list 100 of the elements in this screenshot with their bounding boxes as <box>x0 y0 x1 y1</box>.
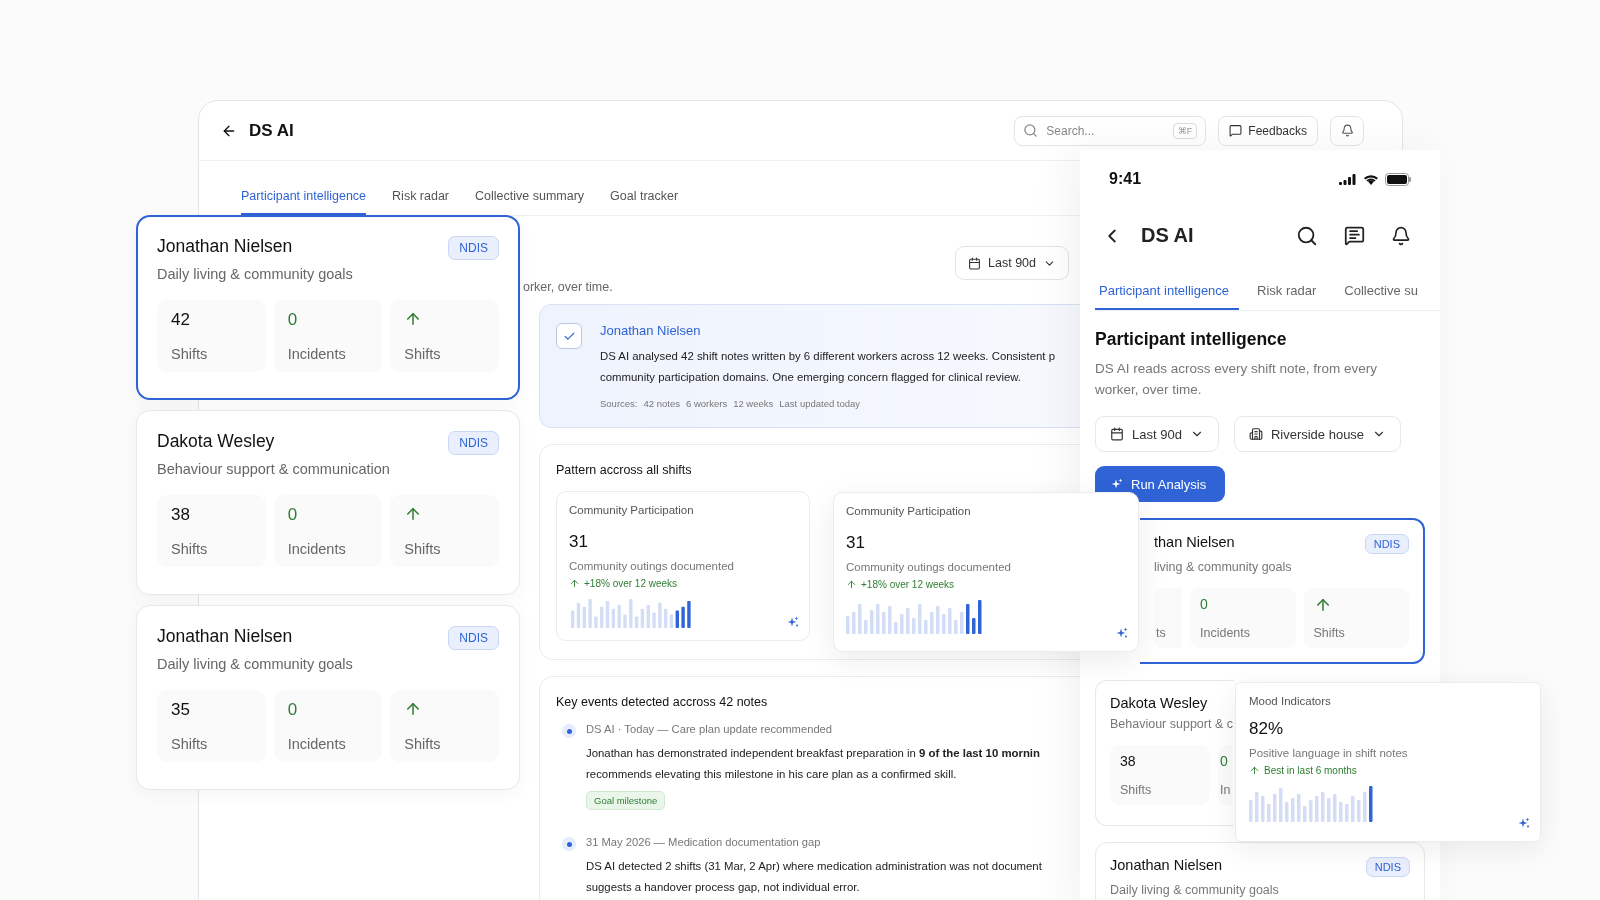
metric-title: Community Participation <box>846 505 972 517</box>
stat-label: Shifts <box>171 346 209 362</box>
stat-value: 35 <box>171 700 191 720</box>
participant-name: Jonathan Nielsen <box>157 236 293 257</box>
event-text: Jonathan has demonstrated independent breakfast preparation in 9 of the last 10 mornin <box>586 746 1040 761</box>
bell-icon[interactable] <box>1391 225 1411 246</box>
sparkle-icon <box>787 616 799 628</box>
stat-value: 38 <box>1120 753 1137 769</box>
tab[interactable]: Collective su <box>1334 283 1429 310</box>
participant-goal: Behaviour support & communication <box>157 461 391 477</box>
search-field[interactable]: Search... ⌘F <box>1014 115 1207 146</box>
bell-icon <box>1340 124 1354 137</box>
stat-label: Shifts <box>404 541 442 557</box>
participant-name: Jonathan Nielsen <box>157 626 293 647</box>
section-heading: Participant intelligence <box>1095 329 1288 350</box>
signal-icon <box>1339 173 1357 185</box>
participant-link[interactable]: Jonathan Nielsen <box>600 323 1055 338</box>
stat-label: Incidents <box>287 346 347 362</box>
participant-goal: living & community goals <box>1154 560 1293 574</box>
calendar-icon <box>1110 427 1124 441</box>
participant-card[interactable]: Jonathan Nielsen NDIS Daily living & community goals <box>1095 842 1425 900</box>
stat-label: Incidents <box>287 736 347 752</box>
participant-name: Jonathan Nielsen <box>1110 857 1223 873</box>
checkbox[interactable] <box>556 323 582 349</box>
section-description: DS AI reads across every shift note, from every worker, over time. <box>1095 360 1379 399</box>
ndis-badge: NDIS <box>1365 857 1410 877</box>
stat-label: Shifts <box>1120 783 1153 797</box>
tab[interactable]: Risk radar <box>392 189 450 215</box>
stat-value: 0 <box>1220 753 1229 769</box>
participant-card[interactable]: Jonathan Nielsen NDIS Daily living & community goals 35 Shifts 0 Incidents Shifts <box>136 605 520 790</box>
metric-value: 82% <box>1249 719 1285 739</box>
calendar-icon <box>968 256 982 270</box>
participant-goal: Behaviour support & c <box>1110 717 1234 731</box>
stat-label: Shifts <box>171 541 209 557</box>
participant-name: Dakota Wesley <box>1110 695 1208 711</box>
stat-label: ts <box>1156 626 1167 640</box>
run-analysis-button[interactable]: Run Analysis <box>1095 466 1225 502</box>
stat-label: Incidents <box>287 541 347 557</box>
feedbacks-button[interactable]: Feedbacks <box>1218 115 1318 146</box>
participant-card[interactable]: Dakota Wesley NDIS Behaviour support & communication 38 Shifts 0 Incidents Shifts <box>136 410 520 595</box>
participant-goal: Daily living & community goals <box>157 266 354 282</box>
stat-label: In <box>1220 783 1232 797</box>
trend-text: +18% over 12 weeks <box>861 579 955 590</box>
trend-text: +18% over 12 weeks <box>584 578 678 589</box>
stat-label: Shifts <box>171 736 209 752</box>
search-icon[interactable] <box>1296 224 1318 247</box>
metric-title: Mood Indicators <box>1249 695 1332 707</box>
ndis-badge: NDIS <box>1364 534 1409 554</box>
tab[interactable]: Goal tracker <box>610 189 679 215</box>
source-text: Last updated today <box>779 398 861 409</box>
source-text: 42 notes <box>643 398 680 409</box>
stat-value: 42 <box>171 310 191 330</box>
stat-value: 0 <box>287 310 299 330</box>
participant-card[interactable]: than Nielsen NDIS living & community goals ts 0 Incidents Shifts <box>1140 518 1425 664</box>
stat-value: 0 <box>287 505 299 525</box>
tab[interactable]: Risk radar <box>1247 283 1327 310</box>
summary-text: DS AI analysed 42 shift notes written by 6 different workers across 12 weeks. Consistent p <box>600 349 1055 364</box>
source-text: 6 workers <box>685 398 728 409</box>
timeline-dot <box>562 724 576 738</box>
sparkle-icon <box>1111 478 1123 490</box>
filter-dropdown[interactable]: Last 90d <box>1095 416 1219 452</box>
event-meta: DS AI · Today — Care plan update recommended <box>586 723 834 735</box>
stat-label: Shifts <box>404 346 442 362</box>
screen-title: DS AI <box>1141 224 1194 247</box>
stat-label: Incidents <box>1200 626 1252 640</box>
participant-goal: Daily living & community goals <box>157 656 354 672</box>
shortcut-key: ⌘F <box>1172 122 1198 139</box>
ndis-badge: NDIS <box>448 236 499 260</box>
stat-label: Shifts <box>1313 626 1346 640</box>
arrow-up-icon <box>846 579 857 590</box>
notification-button[interactable] <box>1330 115 1364 146</box>
metric-caption: Community outings documented <box>846 561 1012 573</box>
participant-card[interactable]: Jonathan Nielsen NDIS Daily living & community goals 42 Shifts 0 Incidents Shifts <box>136 215 520 400</box>
arrow-up-icon <box>1249 765 1260 776</box>
ndis-badge: NDIS <box>448 626 499 650</box>
participant-name: than Nielsen <box>1154 534 1235 550</box>
window-title: DS AI <box>249 120 294 141</box>
wifi-icon <box>1363 173 1379 185</box>
arrow-up-icon <box>569 578 580 589</box>
event-text: DS AI detected 2 shifts (31 Mar, 2 Apr) where medication administration was not document <box>586 859 1042 874</box>
description-text: orker, over time. <box>523 280 613 294</box>
participant-goal: Daily living & community goals <box>1110 883 1280 897</box>
stat-value: 0 <box>1200 596 1209 612</box>
battery-icon <box>1385 172 1411 186</box>
filter-dropdown[interactable]: Riverside house <box>1233 416 1402 452</box>
chat-icon <box>1229 124 1243 137</box>
period-dropdown[interactable]: Last 90d <box>955 246 1069 280</box>
sparkle-icon <box>1518 817 1530 829</box>
event-text: suggests a handover process gap, not individual error. <box>586 880 861 895</box>
participant-card[interactable]: Dakota Wesley Behaviour support & c 38 Shifts 0 In <box>1095 680 1234 826</box>
event-tag: Goal milestone <box>586 791 666 810</box>
metric-title: Community Participation <box>569 504 695 516</box>
stat-value: 38 <box>171 505 191 525</box>
tab[interactable]: Collective summary <box>475 189 585 215</box>
sparkle-icon <box>1116 627 1128 639</box>
chat-icon[interactable] <box>1344 225 1365 246</box>
tab[interactable]: Participant intelligence <box>1095 283 1240 310</box>
search-placeholder: Search... <box>1046 123 1095 138</box>
participant-name: Dakota Wesley <box>157 431 275 452</box>
building-icon <box>1248 427 1263 441</box>
